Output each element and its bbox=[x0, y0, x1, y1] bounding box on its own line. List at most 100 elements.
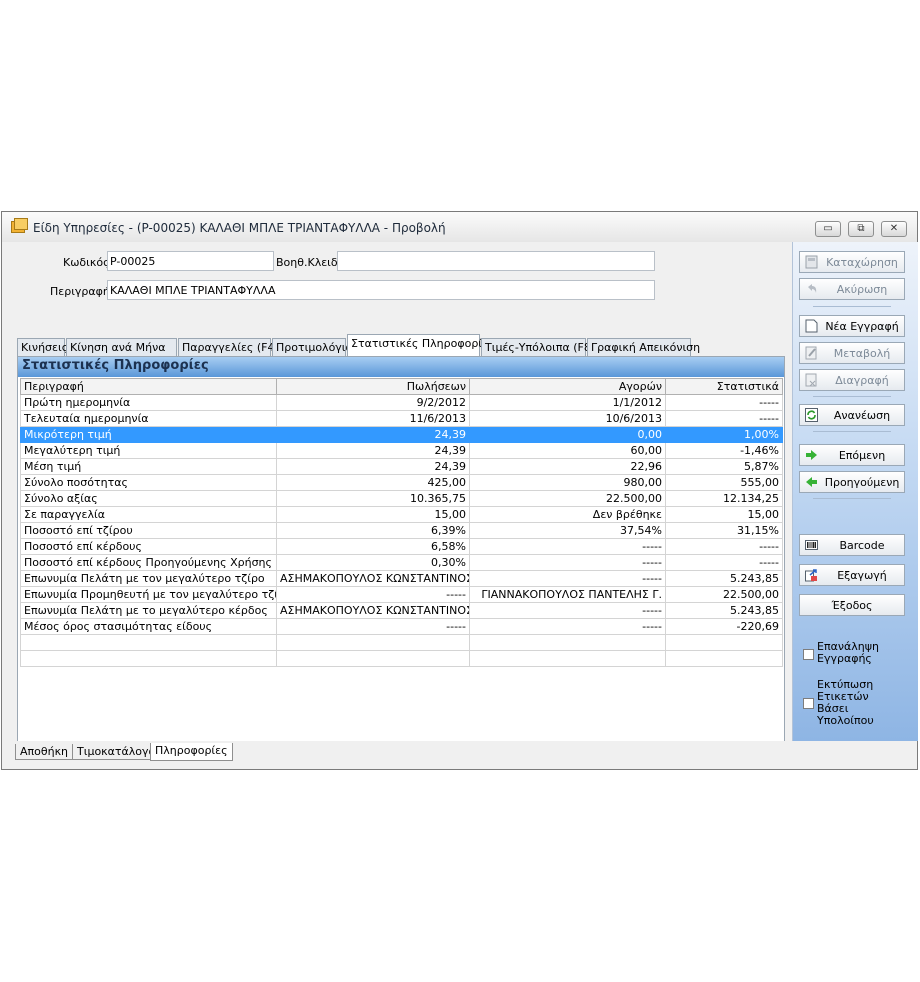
item-window: Είδη Υπηρεσίες - (P-00025) ΚΑΛΑΘΙ ΜΠΛΕ Τ… bbox=[1, 211, 918, 770]
table-row[interactable]: Επωνυμία Πελάτη με το μεγαλύτερο κέρδος Α… bbox=[20, 602, 783, 619]
purchases-value: 10/6/2013 bbox=[469, 410, 666, 427]
row-label: Τελευταία ημερομηνία bbox=[20, 410, 277, 427]
statistic-value: 12.134,25 bbox=[665, 490, 783, 507]
sales-value: 15,00 bbox=[276, 506, 470, 523]
delete-label: Διαγραφή bbox=[835, 374, 889, 387]
sales-value: ----- bbox=[276, 586, 470, 603]
statistic-value: 1,00% bbox=[665, 426, 783, 443]
tab-warehouse[interactable]: Αποθήκη bbox=[15, 744, 74, 760]
save-button[interactable]: Καταχώρηση bbox=[799, 251, 905, 273]
description-field[interactable]: ΚΑΛΑΘΙ ΜΠΛΕ ΤΡΙΑΝΤΑΦΥΛΛΑ bbox=[107, 280, 655, 300]
row-label: Σε παραγγελία bbox=[20, 506, 277, 523]
purchases-value: 22,96 bbox=[469, 458, 666, 475]
tab-orders[interactable]: Παραγγελίες (F4) bbox=[178, 338, 279, 356]
sales-value: 0,30% bbox=[276, 554, 470, 571]
table-row[interactable]: Μέση τιμή 24,39 22,96 5,87% bbox=[20, 458, 783, 475]
column-header-description[interactable]: Περιγραφή bbox=[20, 378, 277, 395]
tab-statistics[interactable]: Στατιστικές Πληροφορίες bbox=[347, 334, 494, 356]
row-label: Επωνυμία Πελάτη με το μεγαλύτερο κέρδος bbox=[20, 602, 277, 619]
aux-key-field[interactable] bbox=[337, 251, 655, 271]
maximize-button[interactable]: ⧉ bbox=[848, 221, 874, 237]
table-row[interactable]: Πρώτη ημερομηνία 9/2/2012 1/1/2012 ----- bbox=[20, 394, 783, 411]
separator bbox=[813, 498, 891, 499]
previous-record-button[interactable]: Προηγούμενη bbox=[799, 471, 905, 493]
statistic-value: 15,00 bbox=[665, 506, 783, 523]
column-header-statistics[interactable]: Στατιστικά bbox=[665, 378, 783, 395]
code-field[interactable]: P-00025 bbox=[107, 251, 274, 271]
repeat-record-checkbox[interactable] bbox=[803, 649, 814, 660]
row-label: Ποσοστό επί κέρδους bbox=[20, 538, 277, 555]
export-label: Εξαγωγή bbox=[837, 569, 887, 582]
tab-movements[interactable]: Κινήσεις bbox=[17, 338, 68, 356]
table-row[interactable]: Μέσος όρος στασιμότητας είδους ----- -----… bbox=[20, 618, 783, 635]
tab-graphic-view[interactable]: Γραφική Απεικόνιση bbox=[587, 338, 700, 356]
tab-monthly-movement[interactable]: Κίνηση ανά Μήνα bbox=[66, 338, 177, 356]
refresh-icon bbox=[805, 408, 818, 422]
edit-button[interactable]: Μεταβολή bbox=[799, 342, 905, 364]
table-row[interactable]: Επωνυμία Πελάτη με τον μεγαλύτερο τζίρο Α… bbox=[20, 570, 783, 587]
table-row-selected[interactable]: Μικρότερη τιμή 24,39 0,00 1,00% bbox=[20, 426, 783, 443]
tab-prices-balances[interactable]: Τιμές-Υπόλοιπα (F8) bbox=[481, 338, 595, 356]
delete-button[interactable]: Διαγραφή bbox=[799, 369, 905, 391]
table-row[interactable]: Ποσοστό επί τζίρου 6,39% 37,54% 31,15% bbox=[20, 522, 783, 539]
table-row[interactable]: Ποσοστό επί κέρδους 6,58% ----- ----- bbox=[20, 538, 783, 555]
new-record-button[interactable]: Νέα Εγγραφή bbox=[799, 315, 905, 337]
repeat-record-line: Εγγραφής bbox=[817, 652, 872, 665]
exit-button[interactable]: Έξοδος bbox=[799, 594, 905, 616]
row-label: Μέσος όρος στασιμότητας είδους bbox=[20, 618, 277, 635]
table-row[interactable]: Τελευταία ημερομηνία 11/6/2013 10/6/2013 --… bbox=[20, 410, 783, 427]
purchases-value: ----- bbox=[469, 602, 666, 619]
separator bbox=[813, 306, 891, 307]
statistic-value: -220,69 bbox=[665, 618, 783, 635]
code-label: Κωδικός: bbox=[63, 256, 114, 269]
print-labels-checkbox[interactable] bbox=[803, 698, 814, 709]
sales-value: 11/6/2013 bbox=[276, 410, 470, 427]
statistic-value: 31,15% bbox=[665, 522, 783, 539]
sales-value: 9/2/2012 bbox=[276, 394, 470, 411]
sales-value: 24,39 bbox=[276, 426, 470, 443]
refresh-button[interactable]: Ανανέωση bbox=[799, 404, 905, 426]
barcode-button[interactable]: Barcode bbox=[799, 534, 905, 556]
print-labels-label: Εκτύπωση Ετικετών Βάσει Υπολοίπου bbox=[817, 679, 874, 727]
tab-proforma[interactable]: Προτιμολόγια bbox=[272, 338, 353, 356]
tab-information[interactable]: Πληροφορίες bbox=[150, 743, 233, 761]
sales-value: 24,39 bbox=[276, 458, 470, 475]
barcode-label: Barcode bbox=[839, 539, 885, 552]
purchases-value: 37,54% bbox=[469, 522, 666, 539]
table-row[interactable]: Ποσοστό επί κέρδους Προηγούμενης Χρήσης 0… bbox=[20, 554, 783, 571]
row-label: Σύνολο αξίας bbox=[20, 490, 277, 507]
sales-value: ----- bbox=[276, 618, 470, 635]
table-row[interactable]: Επωνυμία Προμηθευτή με τον μεγαλύτερο τζ… bbox=[20, 586, 783, 603]
column-header-sales[interactable]: Πωλήσεων bbox=[276, 378, 470, 395]
statistics-table: Περιγραφή Πωλήσεων Αγορών Στατιστικά Πρώ… bbox=[20, 378, 783, 667]
statistic-value: ----- bbox=[665, 394, 783, 411]
close-button[interactable]: ✕ bbox=[881, 221, 907, 237]
sales-value: 425,00 bbox=[276, 474, 470, 491]
row-label: Επωνυμία Πελάτη με τον μεγαλύτερο τζίρο bbox=[20, 570, 277, 587]
purchases-value: ----- bbox=[469, 618, 666, 635]
export-icon bbox=[805, 569, 817, 582]
table-row[interactable]: Σε παραγγελία 15,00 Δεν βρέθηκε 15,00 bbox=[20, 506, 783, 523]
save-label: Καταχώρηση bbox=[826, 256, 898, 269]
row-label: Σύνολο ποσότητας bbox=[20, 474, 277, 491]
table-row[interactable]: Μεγαλύτερη τιμή 24,39 60,00 -1,46% bbox=[20, 442, 783, 459]
table-row[interactable]: Σύνολο αξίας 10.365,75 22.500,00 12.134,25 bbox=[20, 490, 783, 507]
export-button[interactable]: Εξαγωγή bbox=[799, 564, 905, 586]
edit-label: Μεταβολή bbox=[833, 347, 891, 360]
column-header-purchases[interactable]: Αγορών bbox=[469, 378, 666, 395]
minimize-button[interactable]: ▭ bbox=[815, 221, 841, 237]
cancel-label: Ακύρωση bbox=[836, 283, 888, 296]
empty-row bbox=[20, 650, 783, 667]
action-sidebar: Καταχώρηση Ακύρωση Νέα Εγγραφή Μεταβολή … bbox=[792, 242, 918, 741]
cancel-button[interactable]: Ακύρωση bbox=[799, 278, 905, 300]
purchases-value: ΓΙΑΝΝΑΚΟΠΟΥΛΟΣ ΠΑΝΤΕΛΗΣ Γ. bbox=[469, 586, 666, 603]
table-header-row: Περιγραφή Πωλήσεων Αγορών Στατιστικά bbox=[20, 378, 783, 395]
purchases-value: 22.500,00 bbox=[469, 490, 666, 507]
table-row[interactable]: Σύνολο ποσότητας 425,00 980,00 555,00 bbox=[20, 474, 783, 491]
next-label: Επόμενη bbox=[838, 449, 886, 462]
purchases-value: Δεν βρέθηκε bbox=[469, 506, 666, 523]
row-label: Μικρότερη τιμή bbox=[20, 426, 277, 443]
exit-label: Έξοδος bbox=[831, 599, 873, 612]
next-record-button[interactable]: Επόμενη bbox=[799, 444, 905, 466]
arrow-left-icon bbox=[806, 477, 817, 487]
